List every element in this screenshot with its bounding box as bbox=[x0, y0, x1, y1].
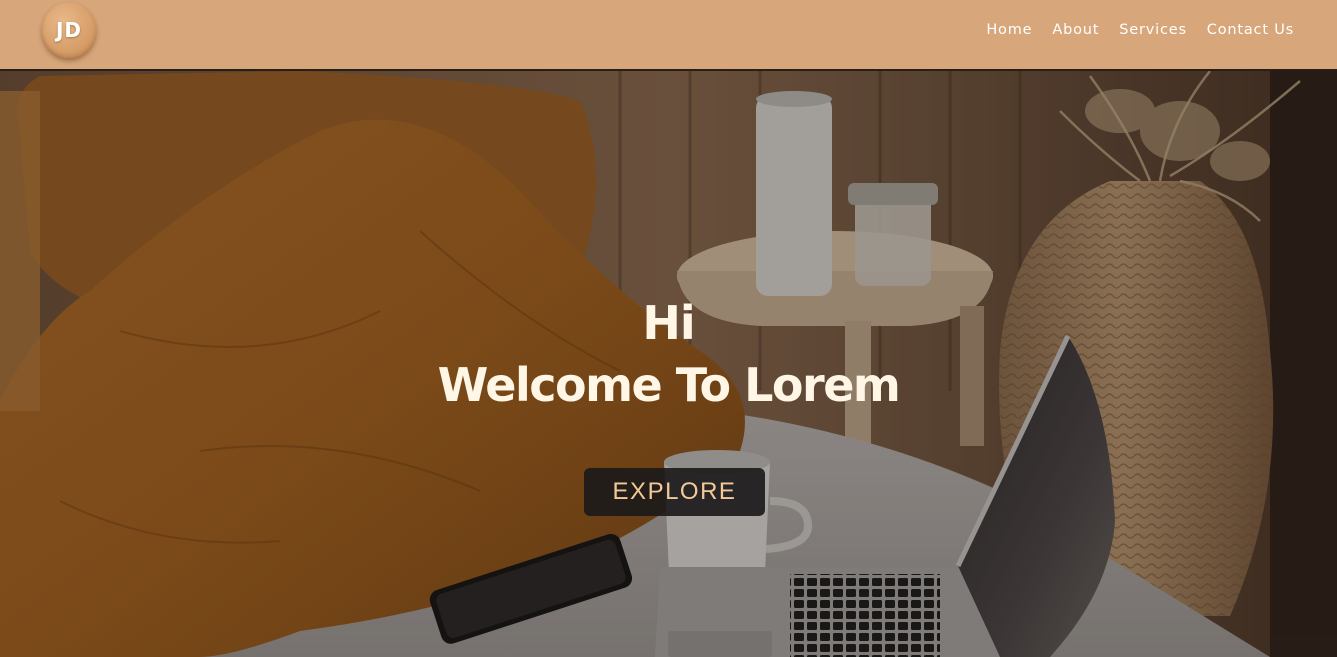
nav-link-services[interactable]: Services bbox=[1119, 22, 1187, 38]
nav-link-home[interactable]: Home bbox=[986, 22, 1032, 38]
hero-section: Hi Welcome To Lorem EXPLORE bbox=[0, 71, 1337, 657]
logo-text: JD bbox=[55, 18, 83, 42]
hero-heading: Hi Welcome To Lorem bbox=[0, 295, 1337, 415]
landing-page: JD Home About Services Contact Us Hi Wel… bbox=[0, 0, 1337, 657]
nav-links: Home About Services Contact Us bbox=[986, 22, 1294, 38]
hero-greeting: Hi bbox=[642, 296, 695, 350]
nav-link-contact-us[interactable]: Contact Us bbox=[1207, 22, 1294, 38]
hero-headline: Welcome To Lorem bbox=[437, 358, 901, 412]
explore-button[interactable]: EXPLORE bbox=[584, 468, 765, 516]
logo[interactable]: JD bbox=[42, 2, 96, 58]
nav-link-about[interactable]: About bbox=[1052, 22, 1099, 38]
navbar: JD Home About Services Contact Us bbox=[0, 0, 1337, 71]
